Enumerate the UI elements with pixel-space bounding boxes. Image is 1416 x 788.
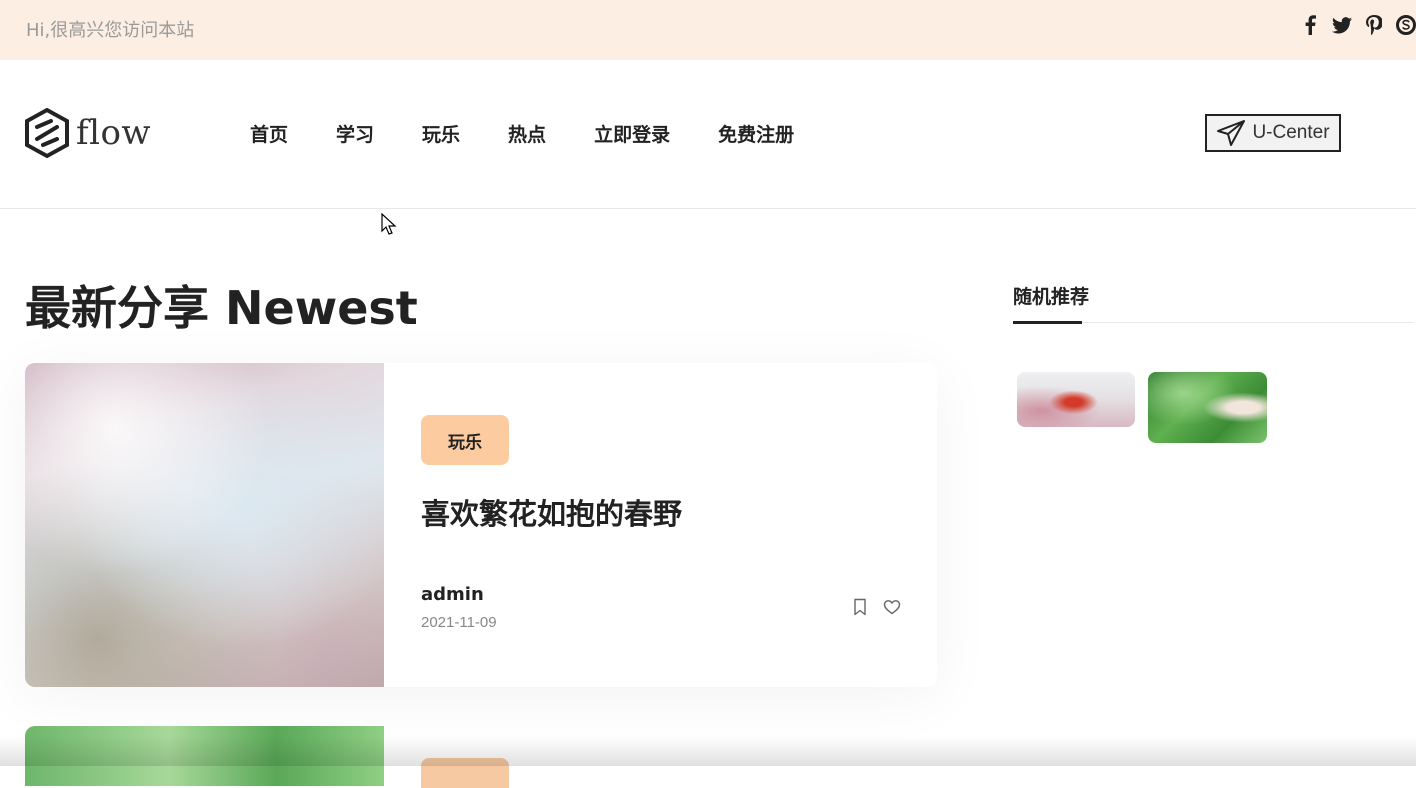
ucenter-button[interactable]: U-Center bbox=[1205, 114, 1341, 152]
social-links bbox=[1300, 14, 1416, 36]
paper-plane-icon bbox=[1217, 120, 1246, 146]
facebook-icon[interactable] bbox=[1300, 14, 1320, 36]
main-nav: 首页 学习 玩乐 热点 立即登录 免费注册 bbox=[250, 120, 842, 147]
site-header: flow 首页 学习 玩乐 热点 立即登录 免费注册 U-Center bbox=[0, 60, 1416, 209]
ucenter-label: U-Center bbox=[1252, 122, 1330, 143]
post-card-2[interactable] bbox=[25, 726, 937, 788]
logo-icon bbox=[25, 108, 69, 158]
sidebar-title[interactable]: 随机推荐 bbox=[1013, 282, 1089, 309]
nav-item-hot[interactable]: 热点 bbox=[508, 120, 546, 147]
post-thumbnail-2[interactable] bbox=[25, 726, 384, 786]
sidebar-title-underline bbox=[1013, 321, 1082, 324]
post-actions bbox=[851, 598, 901, 616]
logo-text: flow bbox=[76, 113, 152, 153]
skype-icon[interactable] bbox=[1396, 14, 1416, 36]
site-logo[interactable]: flow bbox=[24, 108, 151, 158]
heart-icon[interactable] bbox=[883, 598, 901, 616]
post-category-tag[interactable]: 玩乐 bbox=[421, 415, 509, 465]
post-date: 2021-11-09 bbox=[421, 614, 497, 631]
post-author[interactable]: admin bbox=[421, 584, 484, 605]
nav-item-register[interactable]: 免费注册 bbox=[718, 120, 794, 147]
top-bar: Hi,很高兴您访问本站 bbox=[0, 0, 1416, 60]
post-category-tag-2[interactable] bbox=[421, 758, 509, 788]
post-card[interactable]: 玩乐 喜欢繁花如抱的春野 admin 2021-11-09 bbox=[25, 363, 937, 687]
post-thumbnail[interactable] bbox=[25, 363, 384, 687]
nav-item-study[interactable]: 学习 bbox=[336, 120, 374, 147]
nav-item-home[interactable]: 首页 bbox=[250, 120, 288, 147]
twitter-icon[interactable] bbox=[1332, 14, 1352, 36]
random-post-thumbnail-2[interactable] bbox=[1148, 372, 1267, 443]
mouse-cursor-icon bbox=[381, 213, 397, 235]
nav-item-play[interactable]: 玩乐 bbox=[422, 120, 460, 147]
section-title: 最新分享 Newest bbox=[25, 281, 418, 335]
nav-item-login[interactable]: 立即登录 bbox=[594, 120, 670, 147]
bookmark-icon[interactable] bbox=[851, 598, 869, 616]
random-post-thumbnail-1[interactable] bbox=[1017, 372, 1135, 427]
greeting-text: Hi,很高兴您访问本站 bbox=[26, 20, 195, 41]
pinterest-icon[interactable] bbox=[1364, 14, 1384, 36]
post-title[interactable]: 喜欢繁花如抱的春野 bbox=[421, 491, 682, 533]
